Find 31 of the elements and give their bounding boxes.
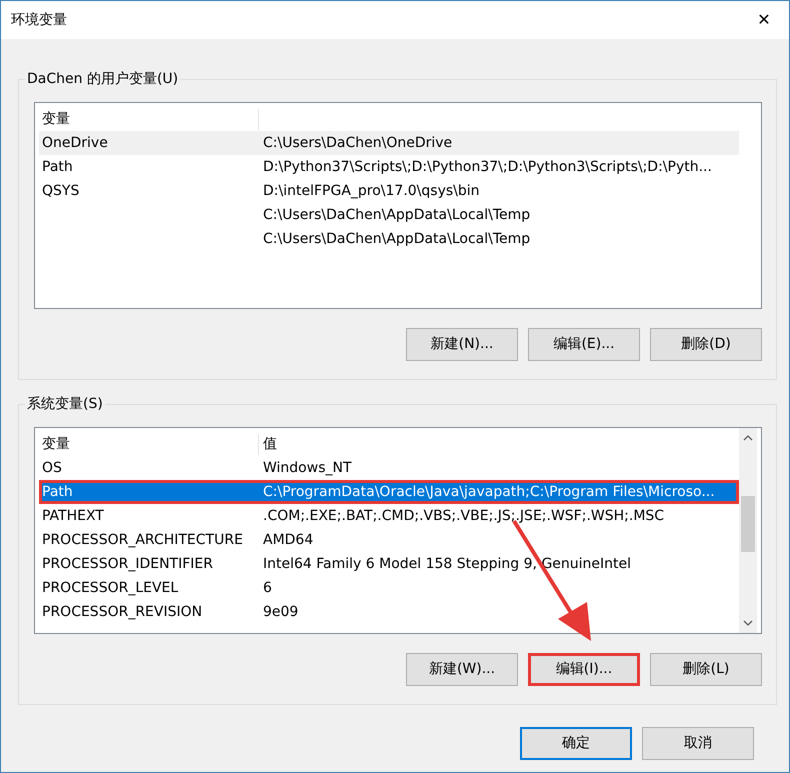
ok-button[interactable]: 确定 [520, 727, 632, 760]
list-row[interactable]: PROCESSOR_REVISION 9e09 [39, 600, 739, 624]
close-button[interactable]: ✕ [749, 8, 779, 32]
list-row[interactable]: C:\Users\DaChen\AppData\Local\Temp [39, 227, 739, 251]
list-row[interactable]: QSYS D:\intelFPGA_pro\17.0\qsys\bin [39, 179, 739, 203]
edit-button[interactable]: 编辑(E)... [528, 328, 640, 361]
new-button[interactable]: 新建(W)... [406, 653, 518, 686]
column-header[interactable]: 值 [259, 434, 739, 454]
edit-button[interactable]: 编辑(I)... [528, 653, 640, 686]
list-row[interactable]: PROCESSOR_IDENTIFIER Intel64 Family 6 Model 158 Stepping 9, GenuineIntel [39, 552, 739, 576]
column-header[interactable]: 变量 [39, 108, 259, 130]
scroll-down-icon[interactable] [743, 620, 753, 626]
new-button[interactable]: 新建(N)... [406, 328, 518, 361]
list-row[interactable]: OneDrive C:\Users\DaChen\OneDrive [39, 131, 739, 155]
list-row[interactable]: PATHEXT .COM;.EXE;.BAT;.CMD;.VBS;.VBE;.JS;.JSE;.WSF;.WSH;.MSC [39, 504, 739, 528]
list-row[interactable]: OS Windows_NT [39, 456, 739, 480]
delete-button[interactable]: 删除(D) [650, 328, 762, 361]
delete-button[interactable]: 删除(L) [650, 653, 762, 686]
list-row[interactable]: C:\Users\DaChen\AppData\Local\Temp [39, 203, 739, 227]
scrollbar[interactable] [739, 428, 757, 633]
scroll-up-icon[interactable] [743, 435, 753, 441]
list-view[interactable] [34, 102, 762, 309]
list-row[interactable]: PROCESSOR_LEVEL 6 [39, 576, 739, 600]
cancel-button[interactable]: 取消 [642, 727, 754, 760]
list-row[interactable]: Path D:\Python37\Scripts\;D:\Python37\;D:\Python3\Scripts\;D:\Pyth... [39, 155, 739, 179]
list-row[interactable]: Path C:\ProgramData\Oracle\Java\javapath;C:\Program Files\Microso... [39, 480, 739, 504]
list-row[interactable]: PROCESSOR_ARCHITECTURE AMD64 [39, 528, 739, 552]
column-header[interactable]: 变量 [39, 434, 259, 454]
list-view[interactable] [34, 427, 762, 634]
scrollbar-thumb[interactable] [741, 496, 755, 552]
window-title: 环境变量 [11, 10, 67, 30]
